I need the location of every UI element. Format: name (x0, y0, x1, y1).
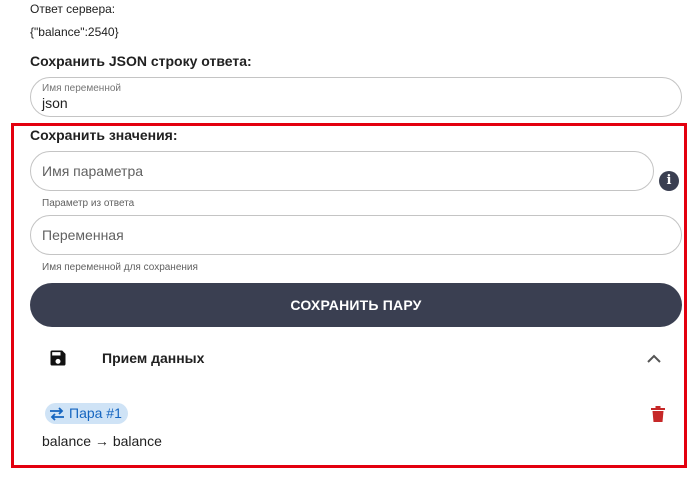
save-pair-button[interactable]: СОХРАНИТЬ ПАРУ (30, 283, 682, 327)
info-icon[interactable]: i (659, 171, 679, 191)
variable-input[interactable]: Переменная (30, 215, 682, 255)
json-variable-field[interactable]: Имя переменной json (30, 77, 682, 117)
variable-hint: Имя переменной для сохранения (42, 262, 198, 273)
pair-chip: Пара #1 (45, 403, 128, 424)
delete-icon[interactable] (651, 406, 665, 422)
save-icon (50, 350, 66, 366)
json-variable-label: Имя переменной (42, 83, 121, 94)
parameter-name-placeholder: Имя параметра (42, 163, 144, 179)
variable-placeholder: Переменная (42, 227, 124, 243)
server-response-value: {"balance":2540} (30, 25, 119, 39)
parameter-name-input[interactable]: Имя параметра (30, 151, 654, 191)
save-values-title: Сохранить значения: (30, 127, 178, 143)
data-reception-panel-title[interactable]: Прием данных (102, 350, 204, 366)
chevron-up-icon[interactable] (645, 352, 663, 364)
json-variable-value: json (42, 95, 68, 111)
pair-mapping: balance → balance (42, 433, 162, 449)
parameter-hint: Параметр из ответа (42, 198, 135, 209)
json-section-title: Сохранить JSON строку ответа: (30, 53, 252, 69)
page: Ответ сервера: {"balance":2540} Сохранит… (0, 0, 690, 478)
server-response-label: Ответ сервера: (30, 2, 116, 16)
swap-icon (50, 406, 64, 421)
pair-chip-label: Пара #1 (69, 405, 122, 421)
